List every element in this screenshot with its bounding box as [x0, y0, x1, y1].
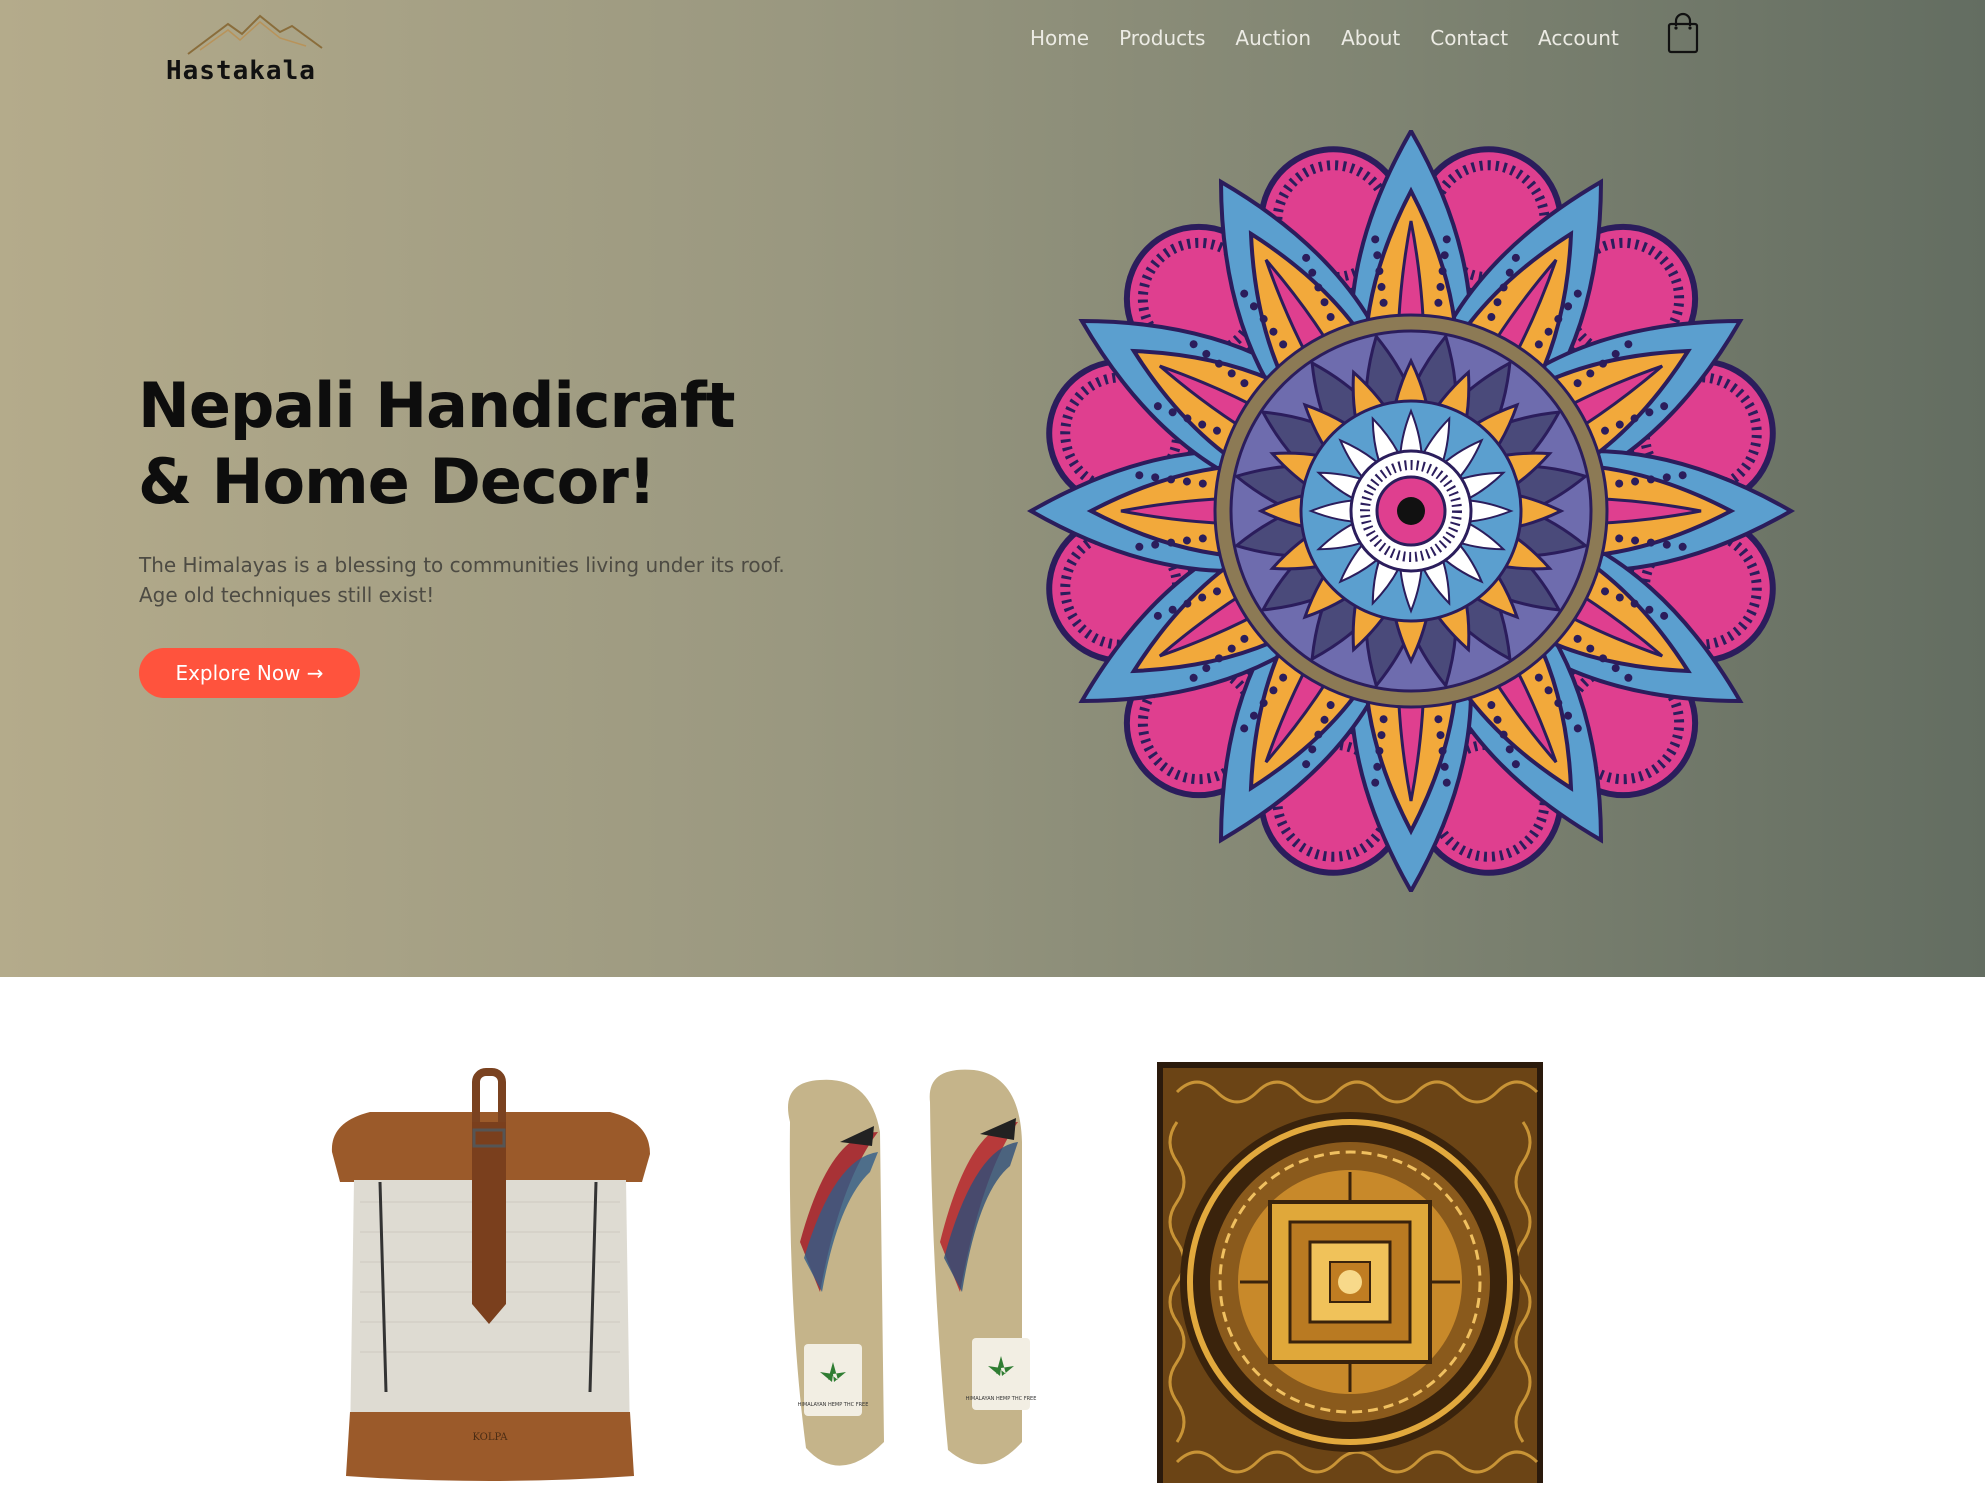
brand-logo[interactable]: Hastakala	[160, 10, 360, 88]
product-card-sandals[interactable]: HIMALAYAN HEMP THC FREE HIMALAYAN HEMP T…	[760, 1062, 1080, 1483]
hero-subtitle: The Himalayas is a blessing to communiti…	[139, 550, 879, 610]
mandala-thangka-image	[1157, 1062, 1543, 1483]
nav-auction[interactable]: Auction	[1235, 26, 1311, 50]
hemp-sandals-image: HIMALAYAN HEMP THC FREE HIMALAYAN HEMP T…	[788, 1069, 1037, 1466]
backpack-brand-label: KOLPA	[472, 1432, 508, 1443]
hero-subtitle-line-2: Age old techniques still exist!	[139, 583, 435, 607]
hero-subtitle-line-1: The Himalayas is a blessing to communiti…	[139, 553, 785, 577]
sandal-left-label: HIMALAYAN HEMP THC FREE	[798, 1402, 869, 1408]
main-nav: Home Products Auction About Contact Acco…	[1030, 22, 1649, 54]
nav-products[interactable]: Products	[1119, 26, 1205, 50]
sandal-right-label: HIMALAYAN HEMP THC FREE	[966, 1396, 1037, 1402]
brand-name: Hastakala	[166, 56, 316, 86]
hemp-backpack-image: KOLPA	[331, 1068, 650, 1481]
nav-contact[interactable]: Contact	[1430, 26, 1508, 50]
mandala-illustration	[1026, 130, 1796, 892]
product-card-backpack[interactable]: KOLPA	[290, 1062, 690, 1483]
nav-home[interactable]: Home	[1030, 26, 1089, 50]
hero-section: Hastakala Home Products Auction About Co…	[0, 0, 1985, 977]
hero-title: Nepali Handicraft & Home Decor!	[138, 368, 938, 520]
explore-now-button[interactable]: Explore Now →	[139, 648, 360, 698]
shopping-bag-icon[interactable]	[1666, 12, 1700, 54]
product-card-thangka[interactable]	[1157, 1062, 1543, 1483]
nav-account[interactable]: Account	[1538, 26, 1619, 50]
nav-about[interactable]: About	[1341, 26, 1400, 50]
hero-title-line-2: & Home Decor!	[138, 445, 656, 518]
hero-title-line-1: Nepali Handicraft	[138, 369, 736, 442]
mountain-logo-icon	[187, 14, 323, 55]
